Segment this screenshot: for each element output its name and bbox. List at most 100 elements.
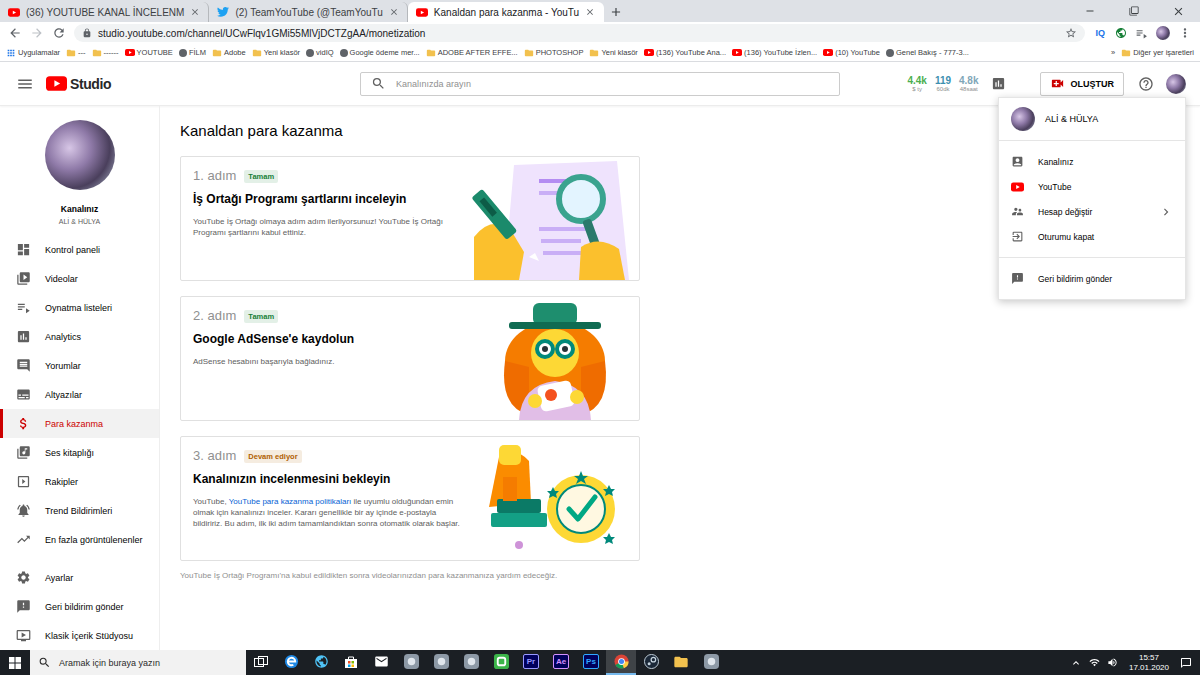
taskbar-app[interactable]: Ps xyxy=(576,650,606,675)
channel-search[interactable]: Kanalınızda arayın xyxy=(360,72,840,96)
windows-icon[interactable] xyxy=(9,657,21,669)
browser-tab[interactable]: Kanaldan para kazanma - YouTu xyxy=(408,2,604,22)
forward-icon[interactable] xyxy=(30,26,44,40)
stat: 4.8k48saat xyxy=(959,75,978,93)
bookmark[interactable]: FİLM xyxy=(179,48,206,57)
sidebar-item[interactable]: Kontrol paneli xyxy=(0,235,159,264)
taskbar-app[interactable] xyxy=(486,650,516,675)
bookmark[interactable]: Google ödeme mer... xyxy=(340,48,420,57)
menu-item[interactable]: Kanalınız xyxy=(999,149,1185,174)
taskbar-search[interactable]: Aramak için buraya yazın xyxy=(30,650,246,675)
help-button[interactable] xyxy=(1138,76,1154,92)
browser-tab[interactable]: (2) TeamYouTube (@TeamYouTu xyxy=(209,2,407,22)
sidebar-item[interactable]: Geri bildirim gönder xyxy=(0,592,159,621)
menu-item[interactable]: Oturumu kapat xyxy=(999,224,1185,249)
bookmark[interactable]: YOUTUBE xyxy=(125,48,173,57)
close-icon[interactable] xyxy=(190,7,200,17)
sidebar-item[interactable]: Rakipler xyxy=(0,467,159,496)
bookmark[interactable]: --- xyxy=(66,48,86,58)
step-description: YouTube İş Ortağı olmaya adım adım ilerl… xyxy=(193,216,461,238)
clock[interactable]: 15:5717.01.2020 xyxy=(1125,653,1173,671)
profile-avatar[interactable] xyxy=(1156,26,1170,40)
sidebar-item[interactable]: Analytics xyxy=(0,322,159,351)
bookmark[interactable]: Uygulamalar xyxy=(6,48,60,58)
hamburger-icon[interactable] xyxy=(16,75,34,93)
step-text: 3. adımDevam ediyorKanalınızın incelenme… xyxy=(181,437,469,560)
taskbar-app[interactable] xyxy=(606,650,636,675)
sidebar-item[interactable]: Yorumlar xyxy=(0,351,159,380)
media-control-icon[interactable] xyxy=(1135,27,1148,40)
other-bookmarks[interactable]: Diğer yer işaretleri xyxy=(1121,48,1194,58)
taskbar-app[interactable] xyxy=(396,650,426,675)
channel-avatar[interactable] xyxy=(45,120,115,190)
bookmark[interactable]: (136) YouTube İzlen... xyxy=(732,48,817,57)
taskbar-app[interactable] xyxy=(426,650,456,675)
sidebar-item[interactable]: Para kazanma xyxy=(0,409,159,438)
bookmark[interactable]: ------ xyxy=(92,48,119,58)
bookmark[interactable]: (10) YouTube xyxy=(823,48,880,57)
bookmark[interactable]: PHOTOSHOP xyxy=(524,48,584,58)
bookmark[interactable]: Adobe xyxy=(212,48,246,58)
new-tab-button[interactable] xyxy=(604,2,628,22)
analytics-button[interactable] xyxy=(991,76,1006,91)
menu-item[interactable]: Hesap değiştir xyxy=(999,199,1185,224)
sidebar-item[interactable]: Ayarlar xyxy=(0,563,159,592)
reload-icon[interactable] xyxy=(52,26,66,40)
sidebar-item[interactable]: Ses kitaplığı xyxy=(0,438,159,467)
sidebar-item[interactable]: En fazla görüntülenenler xyxy=(0,525,159,554)
edge-icon xyxy=(284,654,299,669)
channel-label: Kanalınız xyxy=(61,204,98,214)
bookmark[interactable]: Yeni klasör xyxy=(589,48,637,58)
policy-link[interactable]: YouTube para kazanma politikaları xyxy=(229,497,352,506)
arrow-up-icon[interactable] xyxy=(1070,657,1082,669)
address-bar[interactable]: studio.youtube.com/channel/UCwFlqv1GMi55… xyxy=(74,24,1085,42)
menu-item[interactable]: Geri bildirim gönder xyxy=(999,266,1185,291)
notifications-icon[interactable] xyxy=(1180,657,1192,669)
taskbar-app[interactable] xyxy=(456,650,486,675)
taskbar-app[interactable] xyxy=(666,650,696,675)
create-button[interactable]: OLUŞTUR xyxy=(1040,72,1125,96)
sidebar-item[interactable]: Videolar xyxy=(0,264,159,293)
page-note: YouTube İş Ortağı Programı'na kabul edil… xyxy=(180,571,1180,580)
star-icon[interactable] xyxy=(1065,27,1077,39)
close-button[interactable] xyxy=(1156,0,1200,22)
menu-item[interactable]: YouTube xyxy=(999,174,1185,199)
network-icon[interactable] xyxy=(1089,657,1100,668)
bookmark[interactable]: Yeni klasör xyxy=(252,48,300,58)
bookmark[interactable]: (136) YouTube Ana... xyxy=(644,48,726,57)
bookmark[interactable]: vidIQ xyxy=(306,48,334,57)
taskbar-app[interactable] xyxy=(246,650,276,675)
start-button[interactable] xyxy=(0,650,30,675)
bookmark[interactable]: Genel Bakış - 777-3... xyxy=(886,48,969,57)
search-icon xyxy=(38,656,51,669)
studio-logo[interactable]: Studio xyxy=(46,76,111,92)
bookmarks-overflow[interactable]: » xyxy=(1111,48,1115,57)
taskbar-app[interactable] xyxy=(636,650,666,675)
taskbar-app[interactable] xyxy=(696,650,726,675)
minimize-button[interactable] xyxy=(1068,0,1112,22)
close-icon[interactable] xyxy=(389,7,399,17)
vidiq-extension[interactable]: IQ xyxy=(1093,28,1107,38)
taskbar-app[interactable] xyxy=(276,650,306,675)
browser-tab[interactable]: (36) YOUTUBE KANAL İNCELENM xyxy=(0,2,209,22)
back-icon[interactable] xyxy=(8,26,22,40)
taskbar-app[interactable] xyxy=(336,650,366,675)
restore-button[interactable] xyxy=(1112,0,1156,22)
sidebar-item[interactable]: Trend Bildirimleri xyxy=(0,496,159,525)
volume-icon[interactable] xyxy=(1107,657,1118,668)
menu-icon[interactable] xyxy=(1178,26,1192,40)
taskbar-app[interactable]: Ae xyxy=(546,650,576,675)
taskbar-app[interactable] xyxy=(366,650,396,675)
step-text: 1. adımTamamİş Ortağı Programı şartların… xyxy=(181,157,469,280)
taskbar-app[interactable] xyxy=(306,650,336,675)
sidebar-item[interactable]: Altyazılar xyxy=(0,380,159,409)
taskbar-app[interactable]: Pr xyxy=(516,650,546,675)
close-icon[interactable] xyxy=(585,7,595,17)
extension-icon[interactable] xyxy=(1115,27,1127,39)
sidebar-item[interactable]: Oynatma listeleri xyxy=(0,293,159,322)
youtube-icon xyxy=(732,49,742,56)
sidebar-item[interactable]: Klasik İçerik Stüdyosu xyxy=(0,621,159,650)
account-button[interactable] xyxy=(1166,74,1186,94)
channel-name: ALİ & HÜLYA xyxy=(59,218,100,225)
bookmark[interactable]: ADOBE AFTER EFFE... xyxy=(426,48,518,58)
